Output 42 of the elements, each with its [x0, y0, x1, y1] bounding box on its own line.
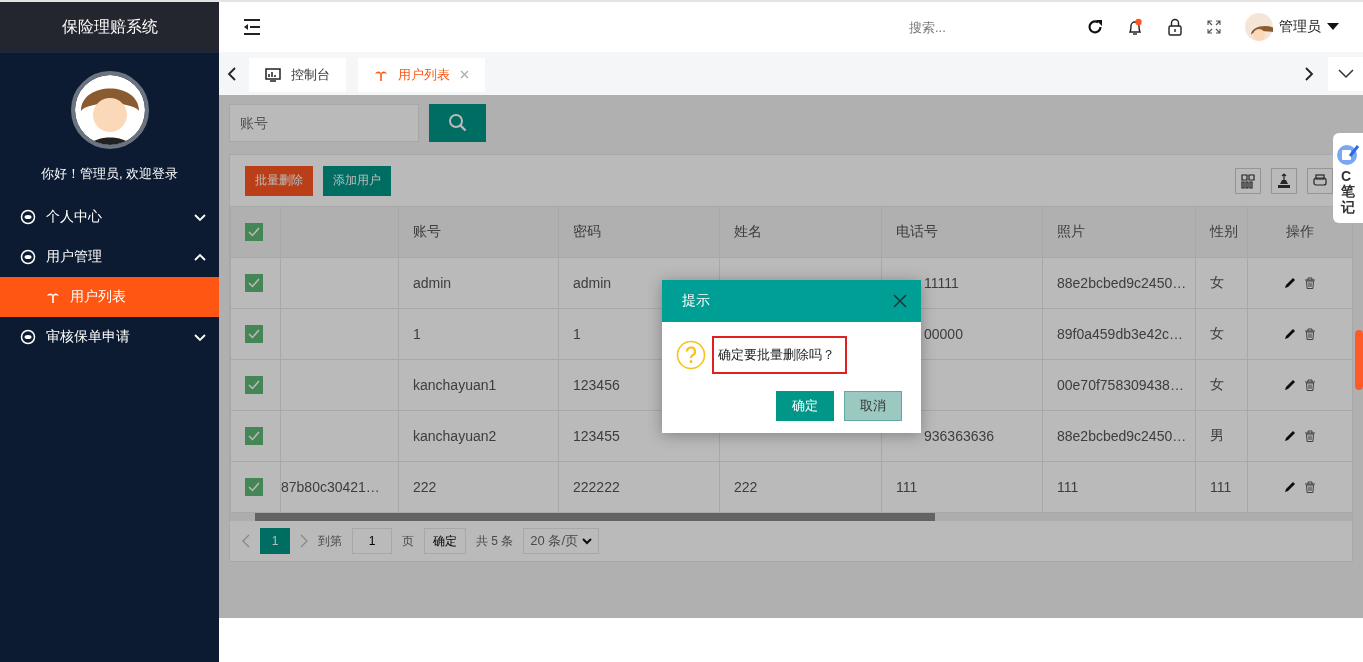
table-cell: 87b80c30421…	[280, 461, 399, 513]
table-cell: 女	[1195, 257, 1248, 309]
total-count: 共 5 条	[476, 532, 514, 550]
page-size-select[interactable]: 20 条/页	[523, 528, 600, 554]
dialog-title: 提示	[682, 292, 710, 310]
column-header: 性别	[1195, 206, 1248, 258]
table-cell: 女	[1195, 308, 1248, 360]
greeting-text: 你好！管理员, 欢迎登录	[39, 165, 180, 183]
table-cell: 222	[719, 461, 882, 513]
dialog-button[interactable]: 取消	[844, 391, 902, 421]
table-cell: 89f0a459db3e42c…	[1042, 308, 1196, 360]
go-button[interactable]: 确定	[424, 528, 466, 554]
table-cell: 男	[1195, 410, 1248, 462]
page-field[interactable]: 1	[352, 528, 392, 554]
table-cell: 111	[1042, 461, 1196, 513]
menu-item[interactable]: 个人中心	[0, 197, 219, 237]
pager-label: 到第	[318, 532, 342, 550]
table-cell: 88e2bcbed9c2450…	[1042, 257, 1196, 309]
column-header: 密码	[558, 206, 720, 258]
column-header: 电话号	[881, 206, 1043, 258]
search-field[interactable]: 搜索...	[907, 18, 1057, 36]
table-cell: 111	[1195, 461, 1248, 513]
table-cell: kanchayuan1	[398, 359, 559, 411]
tab[interactable]: 控制台	[249, 57, 346, 92]
pager-label: 页	[402, 532, 414, 550]
table-cell: 1	[398, 308, 559, 360]
search-field[interactable]: 账号	[229, 104, 419, 142]
table-cell: 222	[398, 461, 559, 513]
menu-item[interactable]: 审核保单申请	[0, 317, 219, 357]
table-cell: 111	[881, 461, 1043, 513]
column-header: 账号	[398, 206, 559, 258]
table-cell: admin	[398, 257, 559, 309]
table-cell: kanchayuan2	[398, 410, 559, 462]
table-cell: 女	[1195, 359, 1248, 411]
menu-item[interactable]: 用户管理	[0, 237, 219, 277]
table-cell: 222222	[558, 461, 720, 513]
app-title: 保险理赔系统	[61, 16, 158, 37]
column-header: 姓名	[719, 206, 882, 258]
column-header: 照片	[1042, 206, 1196, 258]
table-cell: 00e70f758309438…	[1042, 359, 1196, 411]
dialog-button[interactable]: 确定	[776, 391, 834, 421]
table-cell: 88e2bcbed9c2450…	[1042, 410, 1196, 462]
